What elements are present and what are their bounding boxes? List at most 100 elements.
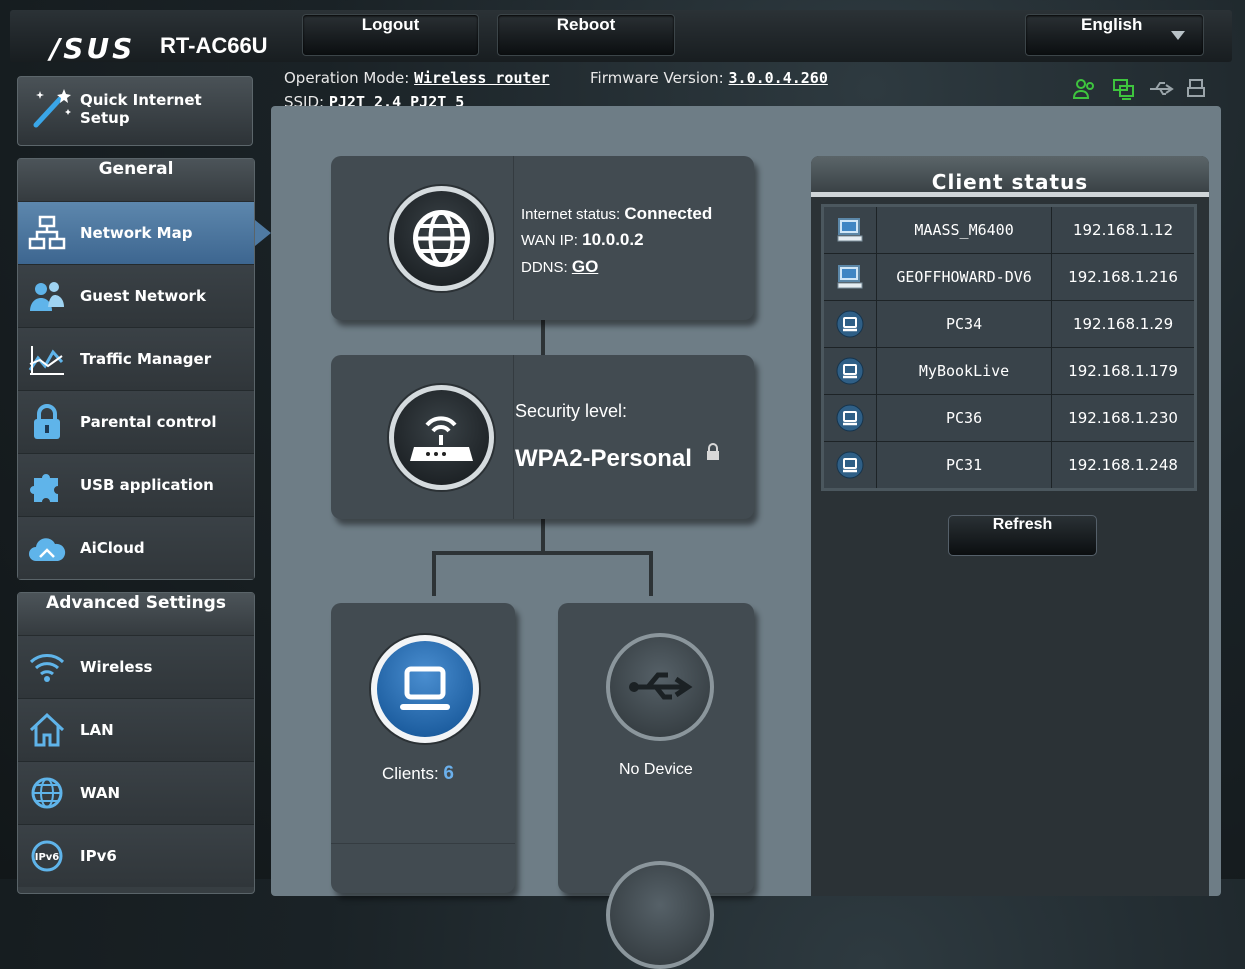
client-name-cell[interactable]: PC31 bbox=[875, 441, 1053, 490]
table-row[interactable]: PC36 192.168.1.230 bbox=[822, 394, 1196, 442]
client-name-cell[interactable]: MAASS_M6400 bbox=[875, 205, 1053, 254]
sidebar-item-label: Network Map bbox=[80, 224, 193, 242]
sidebar-item-ipv6[interactable]: IPv6 IPv6 bbox=[18, 825, 254, 887]
advanced-menu: Advanced Settings Wireless LAN WAN IPv6 … bbox=[17, 592, 255, 894]
client-ip-cell: 192.168.1.29 bbox=[1051, 300, 1196, 348]
lock-icon bbox=[707, 443, 719, 460]
client-status-title: Client status bbox=[931, 170, 1089, 194]
device-icon bbox=[836, 310, 864, 338]
client-type-cell bbox=[822, 300, 877, 348]
model-name: RT-AC66U bbox=[160, 33, 268, 58]
quick-setup-label: Quick Internet Setup bbox=[80, 91, 202, 127]
home-icon bbox=[29, 712, 65, 747]
computer-icon bbox=[836, 218, 864, 242]
puzzle-icon bbox=[30, 474, 58, 502]
general-menu: General Network Map Guest Network Traffi… bbox=[17, 158, 271, 580]
client-status-header: Client status bbox=[811, 156, 1209, 197]
device-icon bbox=[836, 451, 864, 479]
advanced-header: Advanced Settings bbox=[18, 593, 254, 636]
security-level-label: Security level: bbox=[515, 401, 628, 421]
sidebar-item-label: Wireless bbox=[80, 658, 153, 676]
globe-icon bbox=[389, 186, 494, 291]
ddns-label: DDNS: bbox=[521, 259, 568, 276]
ssid-info: SSID: PJ2T_2.4 PJ2T_5 bbox=[284, 93, 464, 106]
connector-line bbox=[541, 519, 545, 553]
connector-line bbox=[432, 551, 653, 555]
clients-card[interactable]: Clients: 6 bbox=[331, 603, 515, 893]
sidebar-item-label: Guest Network bbox=[80, 287, 206, 305]
network-status-icon[interactable] bbox=[1112, 78, 1136, 100]
brand-logo: /SUS bbox=[50, 32, 136, 65]
cloud-icon bbox=[29, 538, 66, 561]
ssid-values: PJ2T_2.4 PJ2T_5 bbox=[328, 93, 465, 106]
firmware-version-link[interactable]: 3.0.0.4.260 bbox=[729, 69, 828, 87]
card-divider bbox=[331, 843, 515, 844]
client-name-cell[interactable]: PC36 bbox=[875, 394, 1053, 442]
client-type-cell bbox=[822, 253, 877, 301]
card-divider bbox=[513, 156, 514, 320]
logout-button[interactable]: Logout bbox=[302, 14, 479, 56]
usb-device-card[interactable]: No Device bbox=[558, 603, 754, 969]
table-row[interactable]: GEOFFHOWARD-DV6 192.168.1.216 bbox=[822, 253, 1196, 301]
connector-line bbox=[649, 551, 653, 596]
traffic-manager-icon bbox=[28, 346, 64, 375]
router-security-card[interactable]: Security level: WPA2-Personal bbox=[331, 355, 754, 519]
sidebar-item-label: IPv6 bbox=[80, 847, 117, 865]
usb-status-text: No Device bbox=[619, 761, 693, 778]
wan-ip-value: 10.0.0.2 bbox=[582, 230, 644, 249]
wan-ip-label: WAN IP: bbox=[521, 232, 578, 249]
sidebar-item-parental-control[interactable]: Parental control bbox=[18, 391, 254, 454]
clients-label: Clients: bbox=[382, 764, 439, 783]
clients-count[interactable]: 6 bbox=[443, 763, 454, 784]
internet-status-card[interactable]: Internet status: Connected WAN IP: 10.0.… bbox=[331, 156, 754, 320]
usb-status-icon[interactable] bbox=[1148, 78, 1176, 100]
wan-ip-row: WAN IP: 10.0.0.2 bbox=[521, 230, 644, 250]
firmware-label: Firmware Version: bbox=[590, 69, 724, 87]
sidebar-item-label: Traffic Manager bbox=[80, 350, 212, 368]
language-select[interactable]: English bbox=[1025, 14, 1204, 56]
client-ip-cell: 192.168.1.12 bbox=[1051, 205, 1196, 254]
network-map-icon bbox=[28, 215, 66, 250]
guest-network-icon bbox=[30, 282, 64, 311]
table-row[interactable]: PC31 192.168.1.248 bbox=[822, 441, 1196, 490]
sidebar-item-lan[interactable]: LAN bbox=[18, 699, 254, 762]
globe-icon bbox=[31, 777, 63, 809]
ddns-row: DDNS: GO bbox=[521, 257, 598, 277]
client-name-cell[interactable]: MyBookLive bbox=[875, 347, 1053, 395]
sidebar-item-usb-application[interactable]: USB application bbox=[18, 454, 254, 517]
sidebar-item-network-map[interactable]: Network Map bbox=[18, 202, 271, 265]
refresh-button[interactable]: Refresh bbox=[948, 515, 1097, 556]
sidebar-item-guest-network[interactable]: Guest Network bbox=[18, 265, 254, 328]
table-row[interactable]: MyBookLive 192.168.1.179 bbox=[822, 347, 1196, 395]
sidebar-item-traffic-manager[interactable]: Traffic Manager bbox=[18, 328, 254, 391]
user-status-icon[interactable] bbox=[1072, 78, 1096, 100]
ddns-go-link[interactable]: GO bbox=[572, 257, 598, 276]
table-row[interactable]: MAASS_M6400 192.168.1.12 bbox=[822, 205, 1196, 254]
usb-icon bbox=[606, 633, 714, 741]
language-value: English bbox=[1081, 15, 1143, 34]
sidebar-item-label: LAN bbox=[80, 721, 114, 739]
status-icons bbox=[1072, 78, 1212, 100]
internet-status-label: Internet status: bbox=[521, 206, 621, 223]
client-name-cell[interactable]: PC34 bbox=[875, 300, 1053, 348]
sidebar-item-wireless[interactable]: Wireless bbox=[18, 636, 254, 699]
security-level-value: WPA2-Personal bbox=[515, 445, 692, 472]
sidebar-item-wan[interactable]: WAN bbox=[18, 762, 254, 825]
client-name-cell[interactable]: GEOFFHOWARD-DV6 bbox=[875, 253, 1053, 301]
firmware-info: Firmware Version: 3.0.0.4.260 bbox=[590, 69, 828, 87]
printer-status-icon[interactable] bbox=[1186, 78, 1208, 100]
client-status-panel: Client status MAASS_M6400 192.168.1.12 GEO… bbox=[811, 156, 1209, 896]
wifi-icon bbox=[29, 654, 65, 682]
reboot-button[interactable]: Reboot bbox=[497, 14, 675, 56]
sidebar-item-label: USB application bbox=[80, 476, 214, 494]
sidebar-item-label: AiCloud bbox=[80, 539, 145, 557]
quick-internet-setup-button[interactable]: Quick Internet Setup bbox=[17, 76, 253, 146]
internet-status-value: Connected bbox=[624, 204, 713, 223]
sidebar-item-label: WAN bbox=[80, 784, 121, 802]
ipv6-icon: IPv6 bbox=[31, 840, 63, 872]
sidebar-item-label: Parental control bbox=[80, 413, 217, 431]
client-ip-cell: 192.168.1.230 bbox=[1051, 394, 1196, 442]
operation-mode-link[interactable]: Wireless router bbox=[414, 69, 549, 87]
table-row[interactable]: PC34 192.168.1.29 bbox=[822, 300, 1196, 348]
sidebar-item-aicloud[interactable]: AiCloud bbox=[18, 517, 254, 579]
